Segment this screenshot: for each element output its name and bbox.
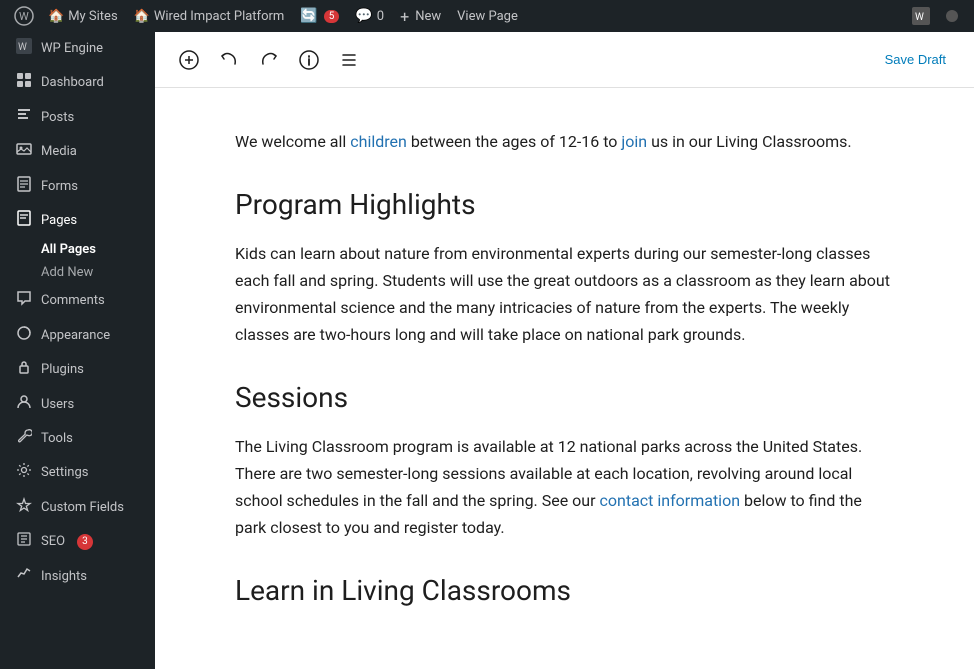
adminbar-wired-impact-icon[interactable]: W <box>904 0 938 32</box>
sidebar-item-wp-engine[interactable]: W WP Engine <box>0 32 155 66</box>
posts-icon <box>15 107 33 129</box>
settings-icon <box>15 462 33 484</box>
editor-heading-learn: Learn in Living Classrooms <box>235 573 894 609</box>
home-icon: 🏠 <box>48 9 64 24</box>
sidebar-item-custom-fields[interactable]: Custom Fields <box>0 491 155 525</box>
sidebar-item-users[interactable]: Users <box>0 388 155 422</box>
sidebar: W WP Engine Dashboard Posts Media <box>0 32 155 669</box>
adminbar-new[interactable]: + New <box>392 0 449 32</box>
join-link[interactable]: join <box>621 132 647 151</box>
tools-icon <box>15 428 33 450</box>
pages-icon <box>15 210 33 232</box>
dashboard-icon <box>15 72 33 94</box>
wp-logo[interactable]: W <box>8 0 40 32</box>
seo-icon <box>15 531 33 553</box>
editor-toolbar: Save Draft <box>155 32 974 88</box>
sidebar-item-plugins[interactable]: Plugins <box>0 353 155 387</box>
wp-engine-icon: W <box>15 38 33 60</box>
appearance-icon <box>15 325 33 347</box>
list-view-button[interactable] <box>331 42 367 78</box>
insights-icon <box>15 565 33 587</box>
updates-icon: 🔄 <box>300 8 317 24</box>
editor-content[interactable]: We welcome all children between the ages… <box>155 88 974 669</box>
site-icon: 🏠 <box>134 9 150 24</box>
forms-icon <box>15 176 33 198</box>
add-block-button[interactable] <box>171 42 207 78</box>
sidebar-item-posts[interactable]: Posts <box>0 101 155 135</box>
svg-text:W: W <box>915 12 924 23</box>
sidebar-item-appearance[interactable]: Appearance <box>0 319 155 353</box>
undo-button[interactable] <box>211 42 247 78</box>
sidebar-item-settings[interactable]: Settings <box>0 456 155 490</box>
custom-fields-icon <box>15 497 33 519</box>
adminbar-updates[interactable]: 🔄 5 <box>292 0 347 32</box>
media-icon <box>15 141 33 163</box>
adminbar-view-page[interactable]: View Page <box>449 0 526 32</box>
main-layout: W WP Engine Dashboard Posts Media <box>0 32 974 669</box>
adminbar-my-sites[interactable]: 🏠 My Sites <box>40 0 126 32</box>
sidebar-subitem-all-pages[interactable]: All Pages <box>0 238 155 261</box>
children-link[interactable]: children <box>350 132 407 151</box>
sidebar-item-media[interactable]: Media <box>0 135 155 169</box>
comments-icon: 💬 <box>355 8 372 24</box>
editor-area: Save Draft We welcome all children betwe… <box>155 32 974 669</box>
adminbar-circle <box>938 0 966 32</box>
details-button[interactable] <box>291 42 327 78</box>
sidebar-item-forms[interactable]: Forms <box>0 170 155 204</box>
editor-heading-program-highlights: Program Highlights <box>235 187 894 223</box>
editor-heading-sessions: Sessions <box>235 380 894 416</box>
sidebar-item-pages[interactable]: Pages <box>0 204 155 238</box>
adminbar-comments[interactable]: 💬 0 <box>347 0 392 32</box>
sidebar-item-comments[interactable]: Comments <box>0 284 155 318</box>
editor-paragraph-2: Kids can learn about nature from environ… <box>235 240 894 349</box>
editor-paragraph-1: We welcome all children between the ages… <box>235 128 894 155</box>
sidebar-subitem-add-new[interactable]: Add New <box>0 261 155 284</box>
contact-info-link[interactable]: contact information <box>600 491 741 510</box>
comments-sidebar-icon <box>15 290 33 312</box>
plugins-icon <box>15 359 33 381</box>
sidebar-item-dashboard[interactable]: Dashboard <box>0 66 155 100</box>
editor-paragraph-3: The Living Classroom program is availabl… <box>235 433 894 542</box>
svg-text:W: W <box>19 10 29 23</box>
sidebar-item-insights[interactable]: Insights <box>0 559 155 593</box>
users-icon <box>15 394 33 416</box>
redo-button[interactable] <box>251 42 287 78</box>
sidebar-item-seo[interactable]: SEO 3 <box>0 525 155 559</box>
save-draft-button[interactable]: Save Draft <box>873 46 958 73</box>
adminbar-site-name[interactable]: 🏠 Wired Impact Platform <box>126 0 293 32</box>
plus-icon: + <box>400 7 409 26</box>
svg-text:W: W <box>18 42 27 53</box>
sidebar-item-tools[interactable]: Tools <box>0 422 155 456</box>
admin-bar: W 🏠 My Sites 🏠 Wired Impact Platform 🔄 5… <box>0 0 974 32</box>
